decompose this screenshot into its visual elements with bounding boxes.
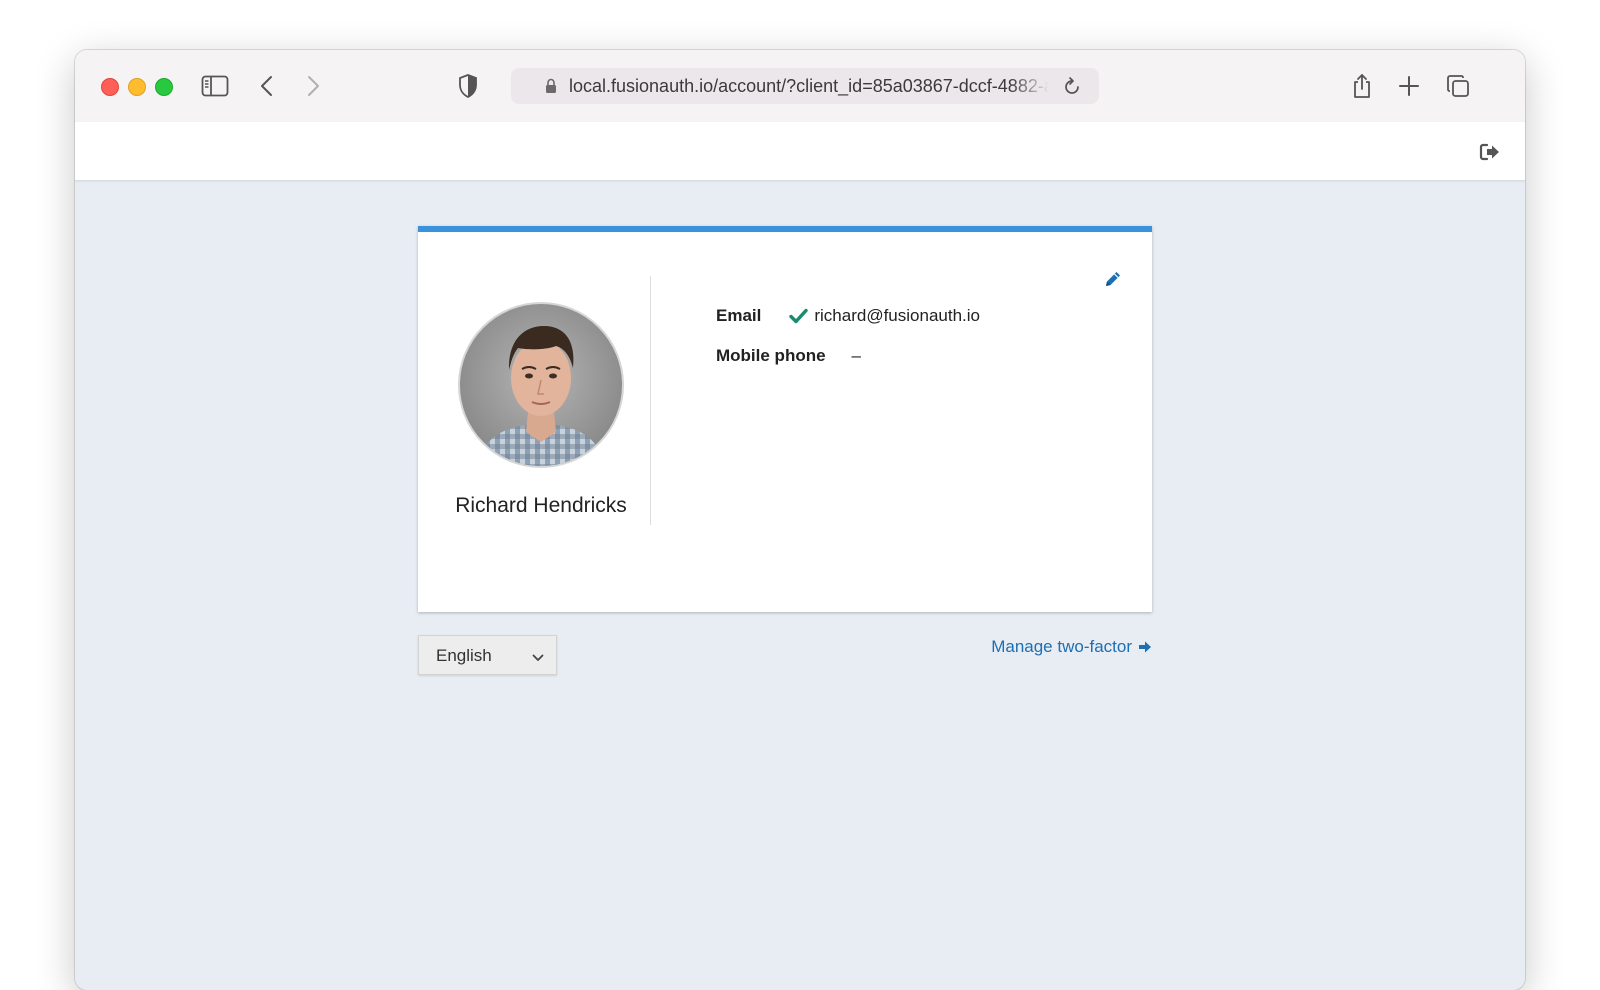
browser-window: local.fusionauth.io/account/?client_id=8… (75, 50, 1525, 990)
manage-two-factor-label: Manage two-factor (991, 637, 1132, 656)
forward-icon[interactable] (297, 70, 329, 102)
address-bar[interactable]: local.fusionauth.io/account/?client_id=8… (511, 68, 1099, 104)
reload-icon[interactable] (1063, 76, 1081, 101)
lock-icon (545, 78, 557, 99)
email-value: richard@fusionauth.io (814, 306, 980, 325)
minimize-window-button[interactable] (128, 78, 146, 96)
manage-two-factor-link[interactable]: Manage two-factor (991, 637, 1152, 657)
language-select[interactable]: English (418, 635, 557, 675)
profile-summary: Richard Hendricks (418, 276, 651, 525)
tab-overview-icon[interactable] (1442, 70, 1474, 102)
close-window-button[interactable] (101, 78, 119, 96)
app-header (75, 122, 1525, 181)
mobile-phone-value: – (851, 346, 862, 365)
browser-toolbar: local.fusionauth.io/account/?client_id=8… (75, 50, 1525, 123)
sidebar-toggle-icon[interactable] (199, 70, 231, 102)
language-selected-label: English (436, 646, 492, 665)
profile-card: Richard Hendricks Email richard@fusionau… (418, 226, 1152, 612)
new-tab-icon[interactable] (1393, 70, 1425, 102)
arrow-right-icon (1138, 640, 1152, 654)
back-icon[interactable] (251, 70, 283, 102)
zoom-window-button[interactable] (155, 78, 173, 96)
pencil-icon[interactable] (1104, 270, 1122, 288)
sign-out-icon[interactable] (1479, 142, 1501, 162)
check-icon (789, 308, 809, 324)
privacy-shield-icon[interactable] (452, 70, 484, 102)
user-name: Richard Hendricks (455, 494, 627, 517)
share-icon[interactable] (1346, 70, 1378, 102)
mobile-phone-row: Mobile phone – (716, 346, 861, 366)
chevron-down-icon (532, 649, 544, 667)
avatar (458, 302, 624, 468)
email-row: Email richard@fusionauth.io (716, 306, 980, 326)
mobile-phone-label: Mobile phone (716, 346, 826, 365)
url-text: local.fusionauth.io/account/?client_id=8… (569, 76, 1049, 96)
email-label: Email (716, 306, 762, 325)
